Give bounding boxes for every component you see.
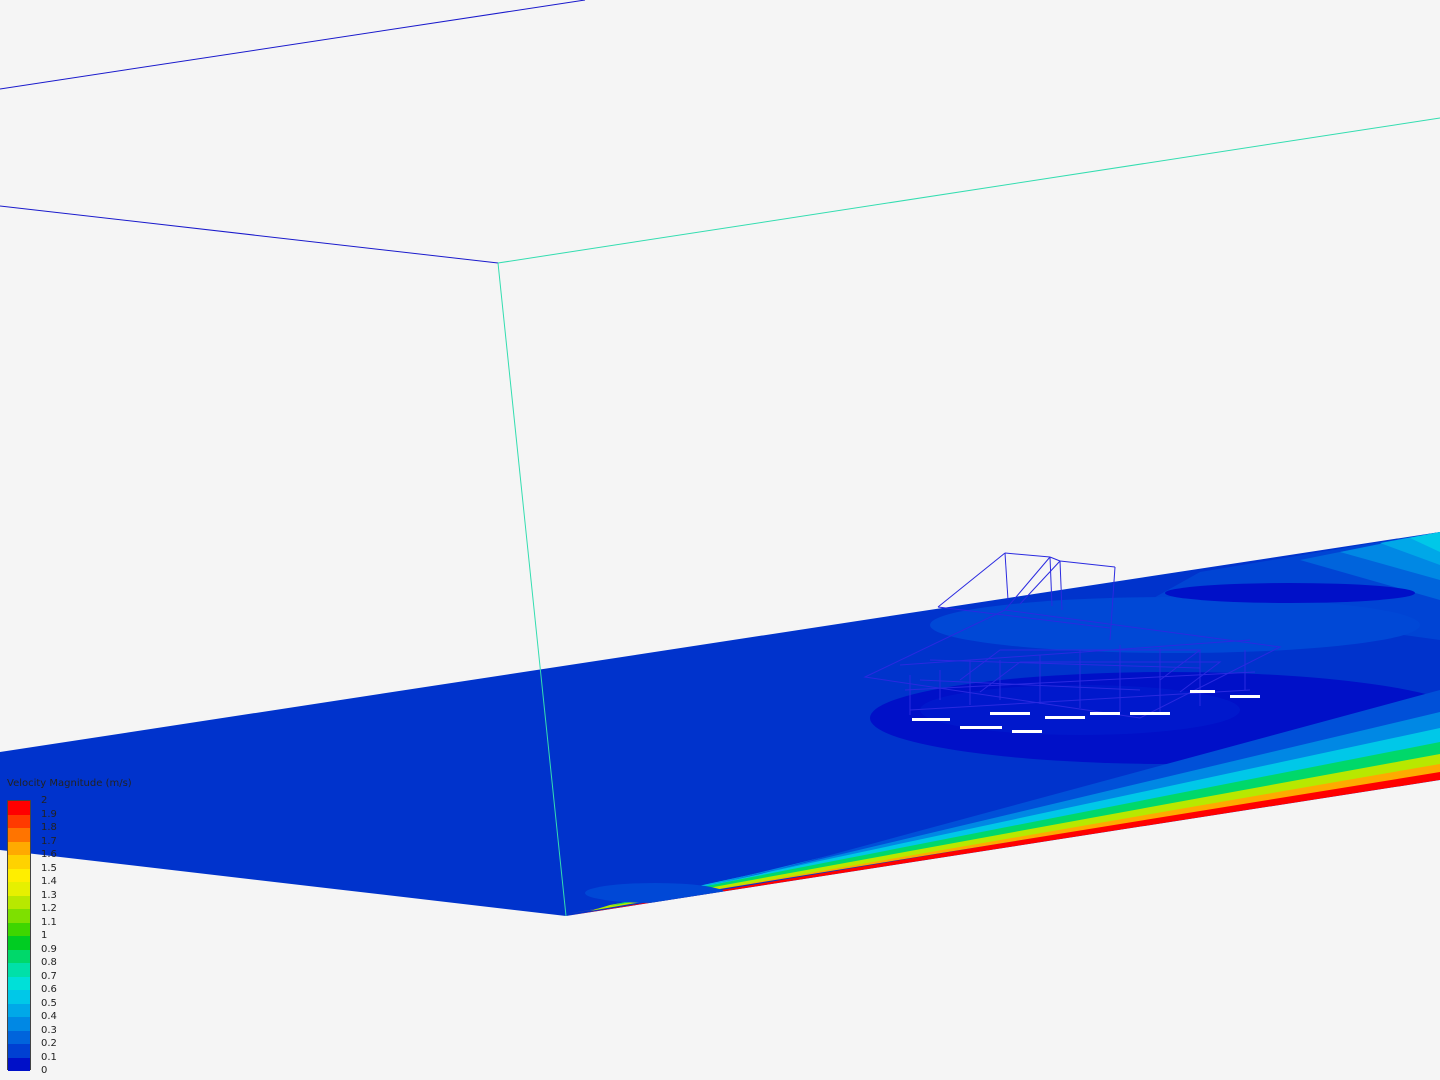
legend-tick-label: 1.3 (41, 889, 57, 901)
legend-tick-label: 0.8 (41, 957, 57, 968)
legend-tick-label: 0.2 (41, 1038, 57, 1049)
legend-swatch (8, 990, 30, 1004)
legend-tick-label: 1.5 (41, 862, 57, 874)
velocity-contour-plane (0, 532, 1440, 916)
legend-swatch (8, 895, 30, 909)
color-legend: Velocity Magnitude (m/s) 2 1.9 1.8 1.7 1.6 1.… (6, 778, 166, 1078)
legend-swatch (8, 855, 30, 869)
legend-tick-label: 0.7 (41, 970, 57, 982)
legend-title: Velocity Magnitude (m/s) (7, 778, 132, 789)
legend-tick-label: 1.4 (41, 876, 57, 887)
legend-tick-label: 0 (41, 1065, 48, 1076)
legend-tick-label: 1.1 (41, 916, 57, 928)
legend-swatch (8, 1003, 30, 1017)
legend-tick-label: 0.4 (41, 1011, 57, 1022)
legend-tick-label: 1 (41, 930, 48, 941)
legend-swatch (8, 814, 30, 828)
legend-tick-label: 1.6 (41, 849, 57, 860)
legend-tick-label: 0.5 (41, 997, 57, 1009)
legend-swatch (8, 922, 30, 936)
legend-swatch (8, 828, 30, 842)
legend-tick-label: 0.6 (41, 984, 57, 995)
domain-edge-left (0, 205, 499, 264)
legend-tick-label: 1.9 (41, 808, 57, 820)
legend-tick-label: 1.7 (41, 835, 57, 847)
legend-swatch (8, 936, 30, 950)
legend-swatch (8, 1030, 30, 1044)
legend-swatch (8, 801, 30, 815)
legend-swatch (8, 868, 30, 882)
legend-swatch (8, 1017, 30, 1031)
legend-swatch (8, 1057, 30, 1071)
3d-viewport[interactable]: Velocity Magnitude (m/s) 2 1.9 1.8 1.7 1.6 1.… (0, 0, 1440, 1080)
legend-swatch (8, 949, 30, 963)
legend-tick-label: 1.8 (41, 822, 57, 833)
legend-swatch (8, 841, 30, 855)
legend-swatch (8, 976, 30, 990)
legend-tick-label: 0.1 (41, 1051, 57, 1063)
legend-tick-label: 1.2 (41, 903, 57, 914)
legend-tick-label: 0.3 (41, 1024, 57, 1036)
legend-tick-label: 2 (41, 795, 48, 806)
domain-edge-top (0, 0, 586, 90)
domain-edge-right (497, 117, 1440, 264)
legend-swatch (8, 909, 30, 923)
legend-swatch (8, 882, 30, 896)
legend-swatch (8, 1044, 30, 1058)
legend-swatch (8, 963, 30, 977)
legend-tick-label: 0.9 (41, 943, 57, 955)
simulation-scene (0, 0, 1440, 917)
legend-color-bar (7, 800, 31, 1071)
